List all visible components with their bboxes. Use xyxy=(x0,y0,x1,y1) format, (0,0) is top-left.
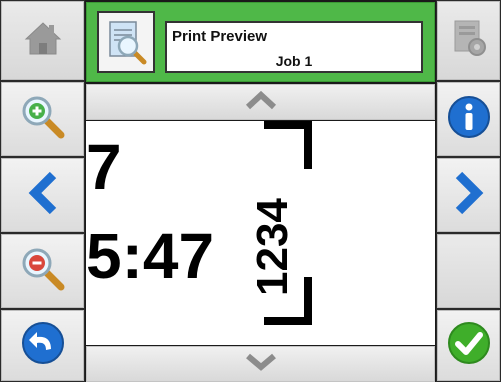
preview-rotated-text: 1234 xyxy=(248,198,297,296)
confirm-button[interactable] xyxy=(437,310,500,381)
info-button[interactable] xyxy=(437,82,500,156)
header-bar: Print Preview Job 1 xyxy=(86,2,435,82)
next-button[interactable] xyxy=(437,158,500,232)
preview-time-text: 5:47 xyxy=(86,220,215,292)
job-name: Job 1 xyxy=(275,53,313,69)
scroll-down-button[interactable] xyxy=(86,346,435,382)
back-button[interactable] xyxy=(1,310,84,381)
print-preview-area: 7 5:47 1234 xyxy=(86,121,435,345)
title-box: Print Preview Job 1 xyxy=(165,21,423,73)
info-icon xyxy=(447,95,491,144)
home-button[interactable] xyxy=(1,1,84,80)
chevron-right-icon xyxy=(453,171,485,220)
checkmark-icon xyxy=(447,321,491,370)
home-icon xyxy=(22,19,64,62)
bracket-bottom-vertical xyxy=(304,277,312,325)
print-preview-screen: Print Preview Job 1 7 5:47 1234 xyxy=(0,0,501,382)
bracket-top-vertical xyxy=(304,121,312,169)
scroll-up-button[interactable] xyxy=(86,84,435,120)
zoom-out-icon xyxy=(21,247,65,296)
chevron-up-icon xyxy=(244,90,278,115)
zoom-out-button[interactable] xyxy=(1,234,84,308)
previous-button[interactable] xyxy=(1,158,84,232)
left-button-column xyxy=(0,0,85,382)
zoom-in-icon xyxy=(21,95,65,144)
zoom-in-button[interactable] xyxy=(1,82,84,156)
empty-button xyxy=(437,234,500,308)
chevron-left-icon xyxy=(27,171,59,220)
print-settings-button[interactable] xyxy=(437,1,500,80)
page-title: Print Preview xyxy=(172,28,268,45)
print-preview-icon xyxy=(97,11,155,73)
preview-text-line: 7 xyxy=(86,131,122,203)
print-settings-icon xyxy=(449,17,489,64)
right-button-column xyxy=(436,0,501,382)
back-arrow-icon xyxy=(21,321,65,370)
chevron-down-icon xyxy=(244,352,278,377)
